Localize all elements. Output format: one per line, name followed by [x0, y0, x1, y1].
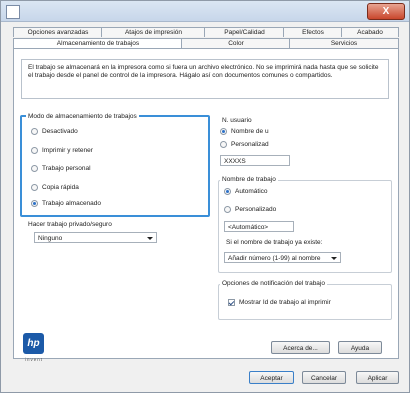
tab-acabado[interactable]: Acabado — [341, 27, 399, 37]
print-properties-window: X Opciones avanzadas Atajos de impresión… — [0, 0, 410, 393]
tab-row-front: Almacenamiento de trabajos Color Servici… — [13, 38, 399, 49]
radio-desactivado[interactable]: Desactivado — [31, 128, 78, 135]
apply-button[interactable]: Aplicar — [356, 371, 399, 384]
tab-color[interactable]: Color — [181, 38, 291, 48]
radio-dot — [31, 147, 38, 154]
ok-button[interactable]: Aceptar — [249, 371, 294, 384]
jobname-input[interactable]: <Automático> — [224, 221, 294, 232]
radio-dot — [31, 165, 38, 172]
radio-nombre-personalizado[interactable]: Personalizado — [224, 206, 276, 213]
chevron-down-icon — [331, 257, 337, 260]
radio-imprimir-retener[interactable]: Imprimir y retener — [31, 147, 93, 154]
tab-efectos[interactable]: Efectos — [283, 27, 343, 37]
jobname-label: Nombre de trabajo — [220, 176, 278, 184]
radio-usuario-personalizado[interactable]: Personalizad — [220, 141, 269, 148]
radio-trabajo-almacenado[interactable]: Trabajo almacenado — [31, 200, 101, 207]
cancel-button[interactable]: Cancelar — [302, 371, 346, 384]
radio-label: Personalizado — [235, 206, 277, 213]
jobname-exists-value: Añadir número (1-99) al nombre — [228, 255, 321, 262]
logo-mark: hp — [27, 338, 40, 349]
radio-dot — [31, 128, 38, 135]
tab-atajos-impresion[interactable]: Atajos de impresión — [101, 27, 206, 37]
radio-dot — [224, 206, 231, 213]
description-box: El trabajo se almacenará en la impresora… — [21, 59, 389, 99]
jobname-exists-dropdown[interactable]: Añadir número (1-99) al nombre — [224, 252, 341, 263]
title-bar: X — [1, 1, 409, 22]
tab-panel: El trabajo se almacenará en la impresora… — [13, 48, 399, 359]
private-dropdown[interactable]: Ninguno — [34, 232, 157, 243]
radio-label: Automático — [235, 188, 268, 195]
storage-mode-label: Modo de almacenamiento de trabajos — [26, 113, 139, 121]
radio-dot — [31, 184, 38, 191]
hp-logo-invent: invent — [24, 357, 43, 362]
radio-nombre-automatico[interactable]: Automático — [224, 188, 268, 195]
radio-label: Desactivado — [42, 128, 78, 135]
radio-label: Trabajo almacenado — [42, 200, 102, 207]
username-label: N. usuario — [220, 117, 254, 125]
radio-label: Trabajo personal — [42, 165, 91, 172]
private-value: Ninguno — [38, 235, 63, 242]
radio-nombre-usuario[interactable]: Nombre de u — [220, 128, 269, 135]
radio-label: Imprimir y retener — [42, 147, 93, 154]
about-button[interactable]: Acerca de... — [271, 341, 330, 354]
radio-dot — [220, 141, 227, 148]
radio-dot — [220, 128, 227, 135]
notify-label: Opciones de notificación del trabajo — [220, 280, 327, 288]
jobname-exists-label: Si el nombre de trabajo ya existe: — [224, 239, 325, 247]
close-button[interactable]: X — [367, 3, 405, 20]
radio-dot — [224, 188, 231, 195]
tab-row-back: Opciones avanzadas Atajos de impresión P… — [13, 27, 399, 37]
hp-logo: hp — [23, 333, 44, 354]
radio-trabajo-personal[interactable]: Trabajo personal — [31, 165, 91, 172]
tab-servicios[interactable]: Servicios — [289, 38, 399, 48]
private-label: Hacer trabajo privado/seguro — [26, 221, 114, 229]
radio-label: Personalizad — [231, 141, 269, 148]
chevron-down-icon — [147, 237, 153, 240]
radio-dot — [31, 200, 38, 207]
help-button[interactable]: Ayuda — [338, 341, 382, 354]
checkbox-label: Mostrar Id de trabajo al imprimir — [239, 299, 331, 306]
radio-label: Copia rápida — [42, 184, 79, 191]
window-icon — [6, 5, 20, 19]
username-input[interactable]: XXXXS — [220, 155, 290, 166]
tab-opciones-avanzadas[interactable]: Opciones avanzadas — [13, 27, 103, 37]
tab-papel-calidad[interactable]: Papel/Calidad — [204, 27, 285, 37]
show-job-id-checkbox[interactable]: Mostrar Id de trabajo al imprimir — [228, 299, 331, 306]
checkbox-box — [228, 299, 235, 306]
radio-label: Nombre de u — [231, 128, 269, 135]
radio-copia-rapida[interactable]: Copia rápida — [31, 184, 79, 191]
